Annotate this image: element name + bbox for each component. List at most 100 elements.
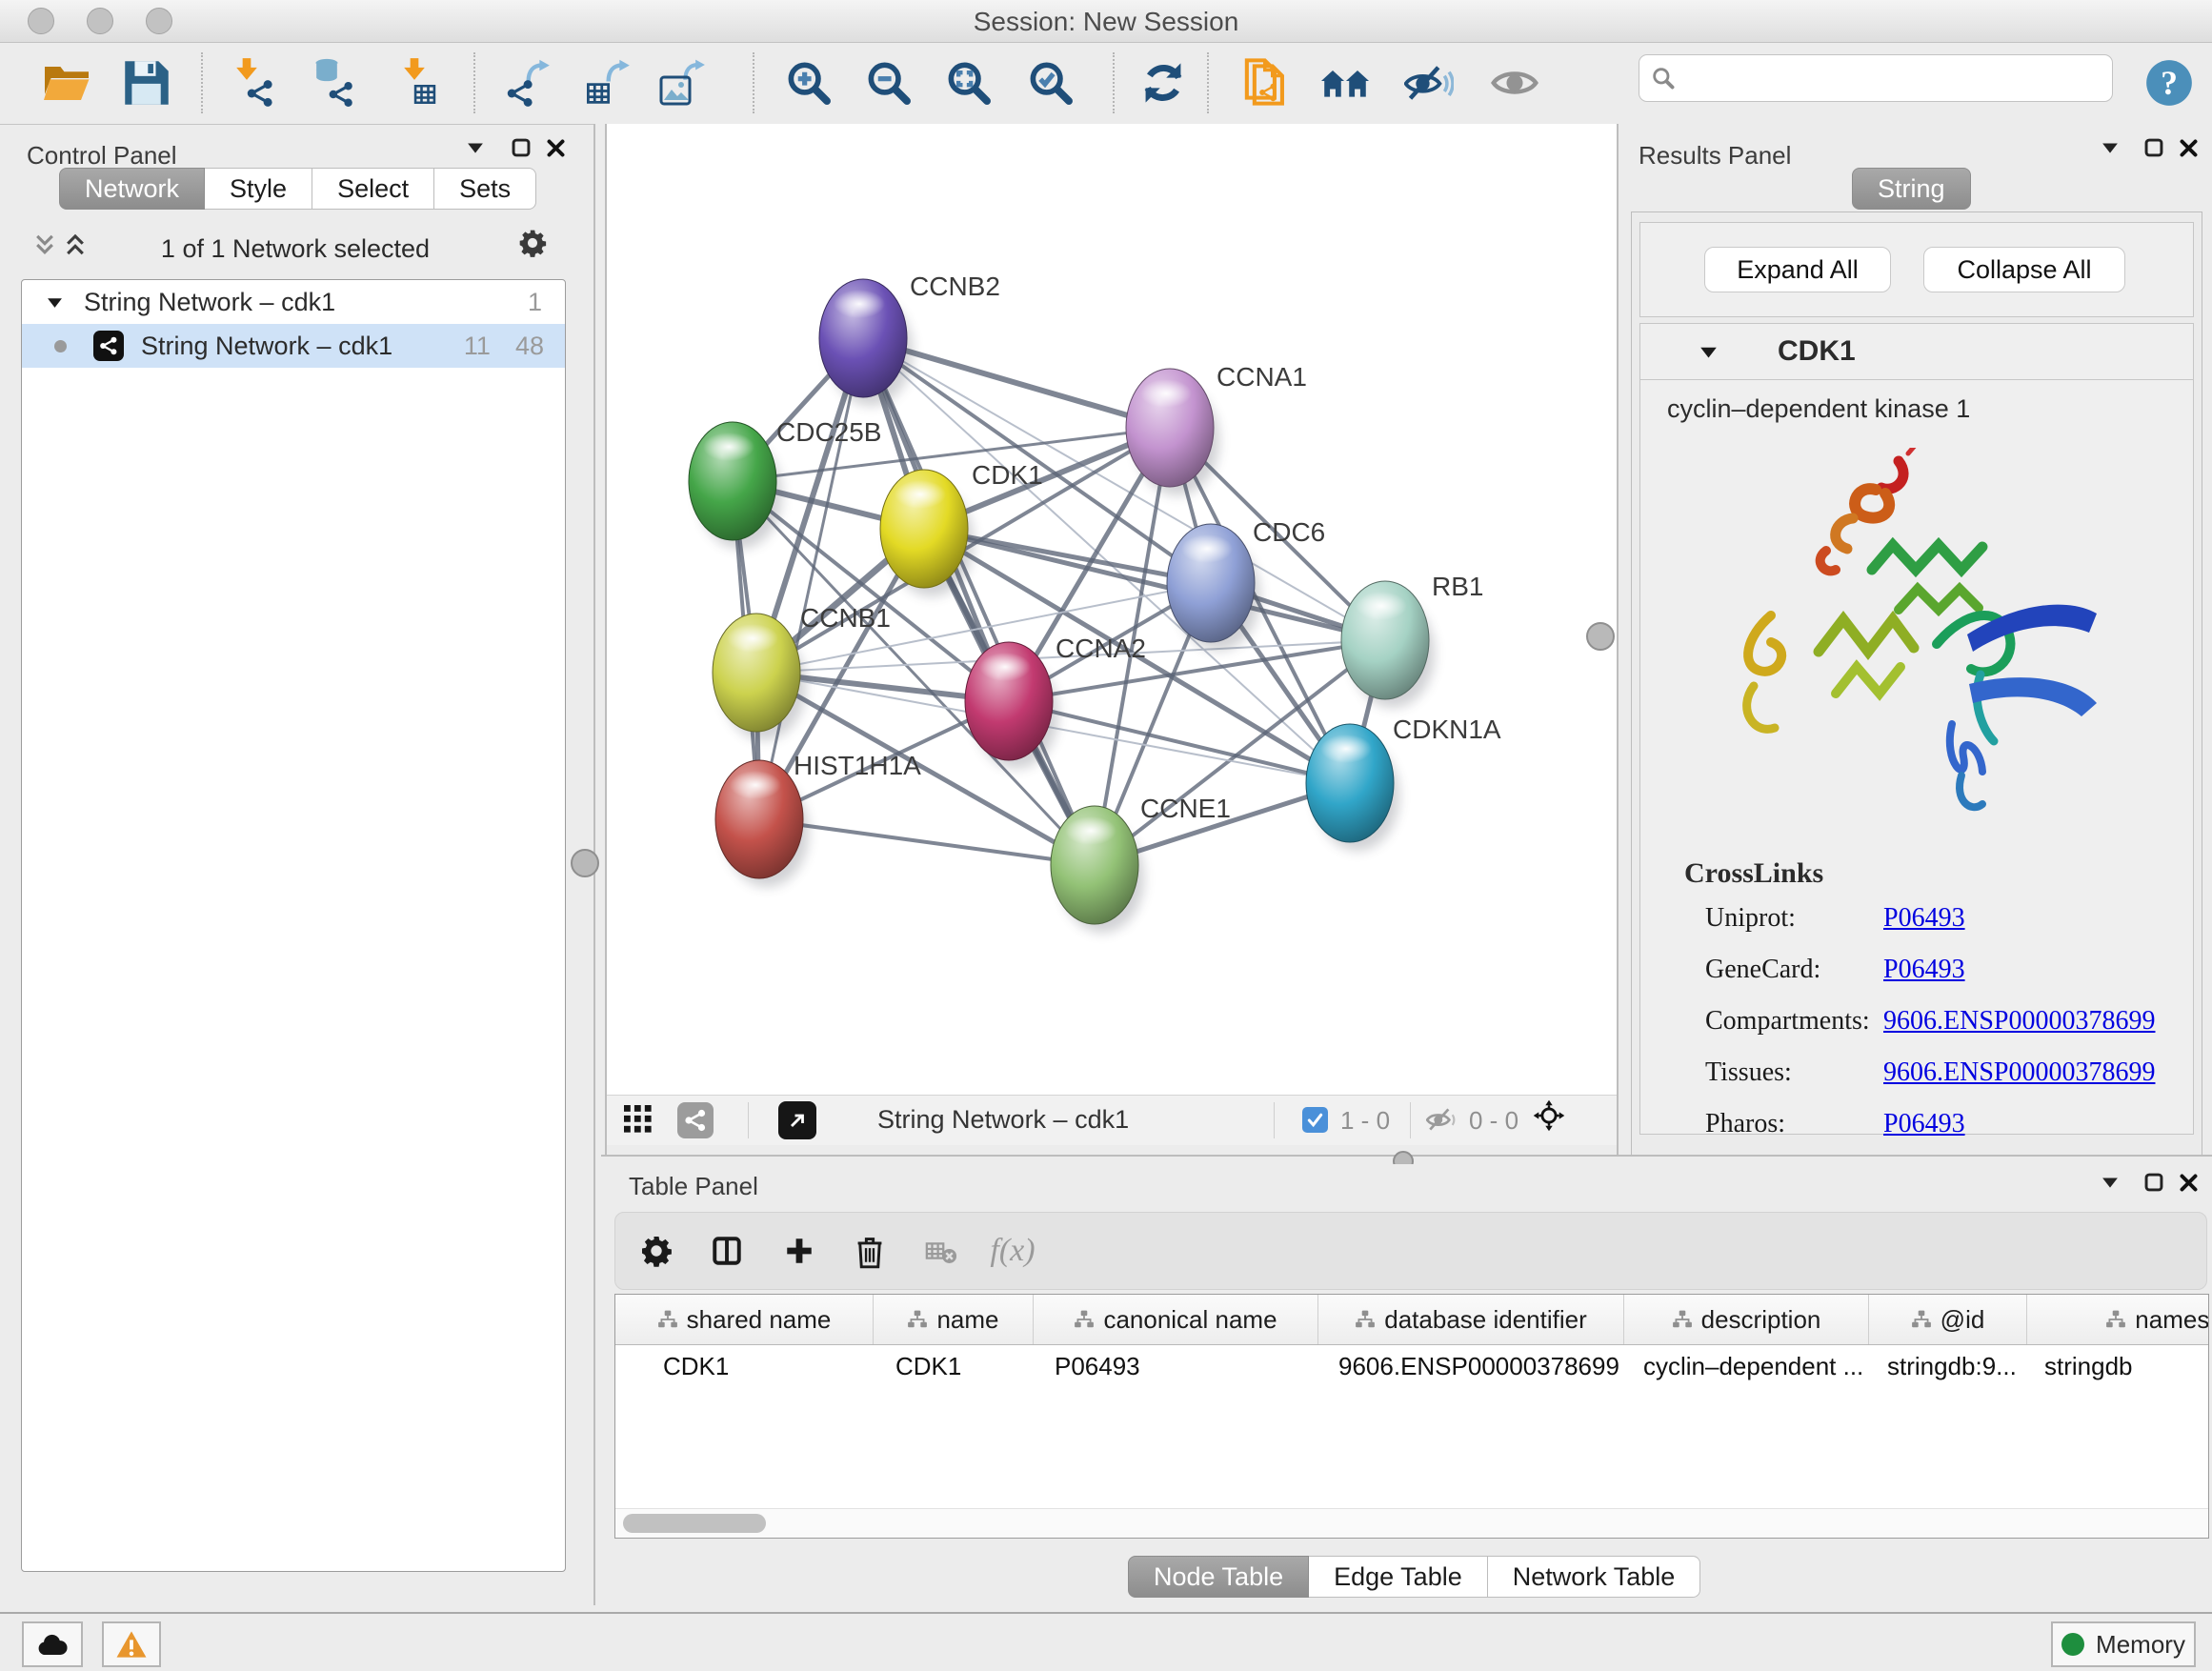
tab-select[interactable]: Select [312, 168, 434, 210]
network-node-CDC25B[interactable] [689, 422, 776, 540]
crosslink-link[interactable]: P06493 [1883, 955, 1965, 985]
table-row[interactable]: CDK1CDK1P064939606.ENSP00000378699cyclin… [615, 1344, 2209, 1388]
apply-layout-button[interactable] [1136, 56, 1190, 110]
tab-edge-table[interactable]: Edge Table [1309, 1556, 1488, 1598]
table-panel-close-button[interactable] [2172, 1166, 2204, 1198]
tab-sets[interactable]: Sets [434, 168, 536, 210]
table-panel-menu-button[interactable] [2094, 1166, 2126, 1198]
table-cell[interactable]: 9606.ENSP00000378699 [1316, 1344, 1620, 1388]
control-panel-splitter-handle[interactable] [571, 849, 599, 877]
import-table-button[interactable] [391, 56, 444, 110]
memory-button[interactable]: Memory [2051, 1621, 2196, 1667]
table-cell[interactable]: CDK1 [873, 1344, 1032, 1388]
export-image-button[interactable] [655, 56, 709, 110]
table-cell[interactable]: cyclin–dependent ... [1620, 1344, 1864, 1388]
zoom-fit-button[interactable] [942, 56, 995, 110]
tab-network-table[interactable]: Network Table [1488, 1556, 1701, 1598]
import-network-button[interactable] [225, 56, 278, 110]
expand-all-networks-button[interactable] [59, 229, 91, 261]
zoom-out-button[interactable] [862, 56, 915, 110]
crosslink-link[interactable]: 9606.ENSP00000378699 [1883, 1006, 2155, 1037]
grid-mode-button[interactable] [622, 1103, 654, 1136]
network-view-type-button[interactable] [677, 1102, 714, 1138]
collapse-all-networks-button[interactable] [29, 229, 61, 261]
delete-table-button-disabled[interactable] [915, 1226, 965, 1276]
selected-checkbox-icon[interactable] [1302, 1107, 1328, 1133]
table-cell[interactable]: CDK1 [615, 1344, 873, 1388]
open-web-browser-button[interactable] [1318, 56, 1372, 110]
warnings-button[interactable] [102, 1621, 161, 1667]
network-edge[interactable] [759, 338, 863, 819]
column-header-name[interactable]: name [874, 1295, 1034, 1344]
search-input[interactable] [1685, 59, 2099, 97]
network-options-gear-button[interactable] [516, 227, 549, 259]
protein-section-header[interactable]: CDK1 [1640, 324, 2193, 380]
network-node-CCNA2[interactable] [965, 642, 1053, 760]
control-panel-float-button[interactable] [505, 131, 537, 164]
column-header-database-identifier[interactable]: database identifier [1318, 1295, 1624, 1344]
network-node-HIST1H1A[interactable] [715, 760, 803, 878]
toolbar-separator [1207, 52, 1209, 113]
expand-all-button[interactable]: Expand All [1704, 247, 1891, 292]
import-network-from-database-button[interactable] [305, 56, 358, 110]
crosslink-link[interactable]: P06493 [1883, 1109, 1965, 1139]
open-session-button[interactable] [40, 56, 93, 110]
network-snapshot-button[interactable] [1236, 56, 1289, 110]
add-column-button[interactable] [774, 1226, 824, 1276]
table-cell[interactable]: stringdb [2021, 1344, 2209, 1388]
network-node-CCNE1[interactable] [1051, 806, 1138, 924]
function-builder-button-disabled[interactable]: f(x) [988, 1226, 1037, 1276]
table-panel-float-button[interactable] [2138, 1166, 2170, 1198]
results-panel-splitter-handle[interactable] [1586, 622, 1615, 651]
delete-column-button[interactable] [845, 1226, 895, 1276]
network-edge[interactable] [759, 819, 1095, 865]
tab-style[interactable]: Style [205, 168, 312, 210]
fit-content-crosshair-button[interactable] [1533, 1099, 1565, 1132]
network-node-CDKN1A[interactable] [1306, 724, 1394, 842]
table-cell[interactable]: stringdb:9... [1864, 1344, 2021, 1388]
detach-view-button[interactable] [778, 1101, 816, 1139]
network-node-CCNA1[interactable] [1126, 369, 1214, 487]
hide-graphics-details-button[interactable] [1402, 56, 1456, 110]
help-button[interactable]: ? [2142, 56, 2196, 110]
tab-string[interactable]: String [1852, 168, 1971, 210]
zoom-in-button[interactable] [782, 56, 835, 110]
network-node-CCNB1[interactable] [713, 614, 800, 732]
column-header-canonical-name[interactable]: canonical name [1034, 1295, 1318, 1344]
table-cell[interactable]: P06493 [1032, 1344, 1316, 1388]
show-columns-button[interactable] [702, 1226, 752, 1276]
network-node-RB1[interactable] [1341, 581, 1429, 699]
control-panel-close-button[interactable] [539, 131, 572, 164]
scrollbar-thumb[interactable] [623, 1514, 766, 1533]
network-canvas[interactable]: CCNB2CCNA1CDC25BCDK1CDC6RB1CCNB1CCNA2CDK… [607, 124, 1617, 1095]
network-edge[interactable] [863, 338, 1095, 865]
tab-network[interactable]: Network [59, 168, 205, 210]
hidden-eye-slash-icon[interactable] [1426, 1107, 1458, 1137]
cloud-status-button[interactable] [22, 1621, 83, 1667]
export-network-button[interactable] [502, 56, 555, 110]
save-session-button[interactable] [120, 56, 173, 110]
results-panel-float-button[interactable] [2138, 131, 2170, 164]
protein-collapse-icon[interactable] [1699, 345, 1718, 359]
results-panel-close-button[interactable] [2172, 131, 2204, 164]
zoom-selected-button[interactable] [1024, 56, 1077, 110]
column-header-namespace[interactable]: namespace [2027, 1295, 2209, 1344]
control-panel-menu-button[interactable] [459, 131, 492, 164]
network-row-selected[interactable]: String Network – cdk1 11 48 [22, 324, 565, 368]
network-collection-row[interactable]: String Network – cdk1 1 [22, 280, 565, 324]
export-table-button[interactable] [580, 56, 633, 110]
column-header-description[interactable]: description [1624, 1295, 1869, 1344]
crosslink-link[interactable]: P06493 [1883, 903, 1965, 934]
column-header-@id[interactable]: @id [1869, 1295, 2027, 1344]
column-header-shared-name[interactable]: shared name [615, 1295, 874, 1344]
table-settings-button[interactable] [632, 1226, 681, 1276]
tab-node-table[interactable]: Node Table [1128, 1556, 1309, 1598]
show-graphics-details-button[interactable] [1488, 56, 1541, 110]
collection-expander-icon[interactable] [47, 296, 63, 309]
crosslink-link[interactable]: 9606.ENSP00000378699 [1883, 1057, 2155, 1088]
network-node-CDC6[interactable] [1167, 524, 1255, 642]
collapse-all-button[interactable]: Collapse All [1923, 247, 2125, 292]
results-panel-menu-button[interactable] [2094, 131, 2126, 164]
network-node-CDK1[interactable] [880, 470, 968, 588]
network-node-CCNB2[interactable] [819, 279, 907, 397]
